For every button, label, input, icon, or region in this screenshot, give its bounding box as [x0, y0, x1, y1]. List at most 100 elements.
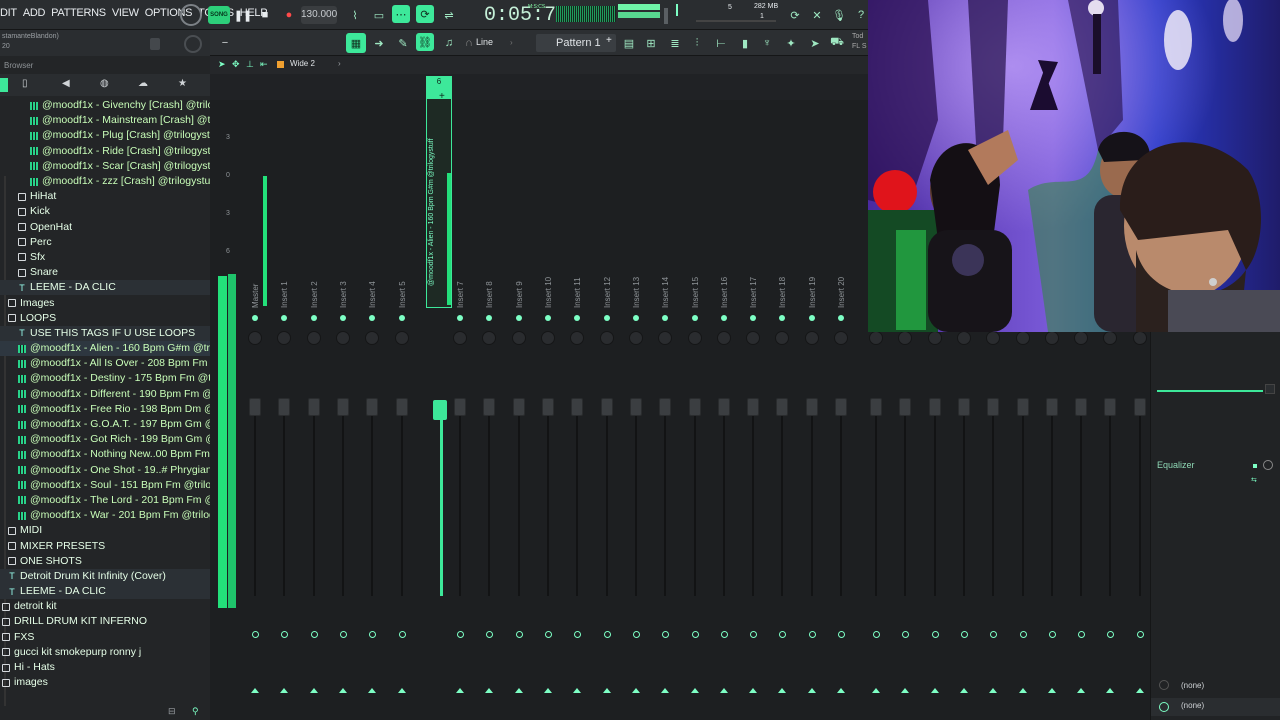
strip-enable-dot[interactable] [310, 315, 317, 321]
send-ring[interactable] [339, 631, 347, 638]
pan-knob[interactable] [277, 331, 292, 345]
mixer-icon[interactable]: ▦ [346, 33, 366, 53]
browser-folder[interactable]: images [0, 675, 210, 690]
send-ring[interactable] [838, 631, 845, 638]
route-arrow[interactable] [1135, 688, 1144, 693]
browser-folder[interactable]: FXS [0, 630, 210, 645]
fader-knob[interactable] [395, 398, 408, 416]
song-position-dial[interactable] [180, 4, 202, 26]
send-ring[interactable] [515, 631, 523, 638]
strip-enable-dot[interactable] [281, 315, 288, 321]
browser-audio-file[interactable]: @moodf1x - Plug [Crash] @trilogystuff [0, 128, 210, 143]
route-arrow[interactable] [719, 688, 728, 693]
fader-knob[interactable] [483, 398, 496, 416]
browser-audio-file[interactable]: @moodf1x - Alien - 160 Bpm G#m @trilogys… [0, 341, 210, 357]
route-arrow[interactable] [989, 688, 998, 693]
plugin-icon[interactable]: ✕ [808, 6, 826, 24]
route-arrow[interactable] [338, 688, 347, 693]
browser-folder[interactable]: ONE SHOTS [0, 554, 210, 569]
strip-enable-dot[interactable] [486, 315, 493, 321]
pan-knob[interactable] [869, 331, 883, 345]
mixer-view-icon[interactable]: ⫶ [688, 34, 706, 52]
strip-enable-dot[interactable] [515, 315, 522, 321]
route-arrow[interactable] [778, 688, 787, 693]
countdown-icon[interactable]: ⋯ [392, 5, 410, 23]
browser-folder[interactable]: MIDI [0, 523, 210, 538]
strip-enable-dot[interactable] [252, 315, 258, 321]
tools-icon[interactable]: ✦ [782, 34, 800, 52]
route-arrow[interactable] [837, 688, 845, 693]
pan-knob[interactable] [511, 331, 526, 345]
step-edit-icon[interactable]: ⇌ [440, 6, 458, 24]
playlist-icon[interactable]: ▤ [620, 34, 638, 52]
strip-enable-dot[interactable] [750, 315, 757, 321]
send-ring[interactable] [1136, 631, 1144, 638]
send-ring[interactable] [398, 631, 406, 638]
snap-dropdown-icon[interactable]: › [510, 38, 513, 47]
browser-audio-file[interactable]: @moodf1x - Nothing New..00 Bpm Fm @trilo… [0, 447, 210, 462]
pan-knob[interactable] [599, 331, 614, 345]
send-ring[interactable] [750, 631, 758, 638]
send-ring[interactable] [960, 631, 968, 638]
send-ring[interactable] [1019, 631, 1027, 638]
pan-knob[interactable] [394, 331, 409, 345]
fader-knob[interactable] [542, 398, 554, 416]
route-arrow[interactable] [397, 688, 406, 693]
fader-knob[interactable] [776, 398, 789, 416]
output-slot-1[interactable]: (none) [1181, 681, 1204, 690]
strip-enable-dot[interactable] [574, 315, 581, 321]
arrow-right-icon[interactable]: ➜ [370, 34, 388, 52]
fader-knob[interactable] [336, 398, 349, 416]
fader-knob[interactable] [835, 398, 847, 416]
pan-knob[interactable] [482, 331, 497, 345]
pan-knob[interactable] [775, 331, 790, 345]
send-ring[interactable] [603, 631, 611, 638]
send-ring[interactable] [662, 631, 670, 638]
metronome-icon[interactable]: ⌇ [346, 6, 364, 24]
browser-folder[interactable]: Snare [0, 265, 210, 280]
browser-folder[interactable]: LOOPS [0, 311, 210, 326]
file-icon[interactable]: ▮ [736, 34, 754, 52]
route-arrow[interactable] [280, 688, 289, 693]
route-arrow[interactable] [544, 688, 552, 693]
pan-knob[interactable] [1132, 331, 1147, 345]
master-send-icon[interactable] [1159, 680, 1169, 690]
volume-knob[interactable] [184, 35, 202, 53]
route-arrow[interactable] [309, 688, 318, 693]
send-ring[interactable] [808, 631, 816, 638]
pan-knob[interactable] [248, 331, 262, 345]
browser-audio-file[interactable]: @moodf1x - Ride [Crash] @trilogystuff [0, 144, 210, 159]
browser-text-file[interactable]: T LEEME - DA CLIC [0, 584, 210, 600]
pan-knob[interactable] [1015, 331, 1030, 345]
browser-audio-file[interactable]: @moodf1x - Mainstream [Crash] @trilogyst… [0, 113, 210, 128]
route-arrow[interactable] [631, 688, 640, 693]
strip-enable-dot[interactable] [339, 315, 346, 321]
pan-knob[interactable] [453, 331, 468, 345]
send-ring[interactable] [632, 631, 640, 638]
strip-enable-dot[interactable] [808, 315, 815, 321]
fader-knob[interactable] [307, 398, 320, 416]
fader-knob[interactable] [717, 398, 730, 416]
pan-knob[interactable] [1044, 331, 1059, 345]
pan-knob[interactable] [658, 331, 673, 345]
browser-folder[interactable]: Kick [0, 204, 210, 219]
fader-knob[interactable] [571, 398, 584, 416]
fader-knob[interactable] [1016, 398, 1029, 416]
route-arrow[interactable] [1047, 688, 1056, 693]
send-ring[interactable] [1107, 631, 1115, 638]
send-ring[interactable] [457, 631, 465, 638]
fader-knob[interactable] [600, 398, 613, 416]
browser-audio-file[interactable]: @moodf1x - Free Rio - 198 Bpm Dm @trilog… [0, 402, 210, 417]
search-icon[interactable]: ⚲ [192, 706, 199, 717]
route-arrow[interactable] [930, 688, 939, 693]
pencil-icon[interactable]: ✎ [394, 34, 412, 52]
route-arrow[interactable] [251, 688, 259, 693]
send-icon[interactable]: ➤ [806, 34, 824, 52]
browser-text-file[interactable]: T USE THIS TAGS IF U USE LOOPS [0, 325, 210, 341]
browser-active-tab[interactable] [0, 78, 8, 92]
strip-enable-dot[interactable] [720, 315, 727, 321]
browser-audio-file[interactable]: @moodf1x - Got Rich - 199 Bpm Gm @trilog… [0, 432, 210, 447]
lock-icon[interactable] [150, 38, 160, 50]
master-pitch-slider[interactable] [676, 4, 678, 16]
pan-knob[interactable] [956, 331, 971, 345]
